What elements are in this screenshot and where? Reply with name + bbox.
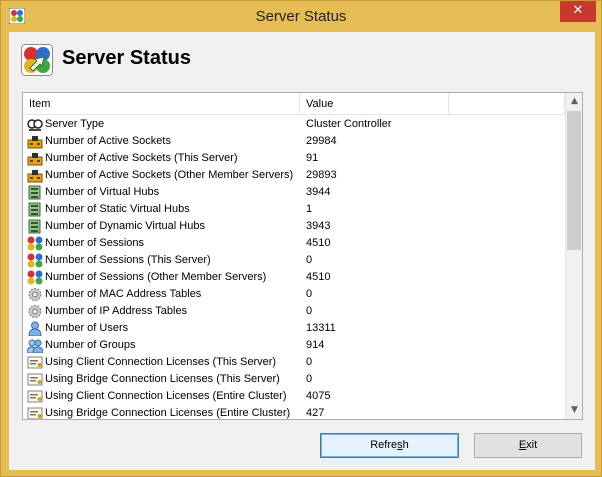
list-item-value: 4510 bbox=[306, 237, 331, 249]
list-item-label: Number of Dynamic Virtual Hubs bbox=[45, 220, 205, 232]
list-item-value: 1 bbox=[306, 203, 313, 215]
list-item[interactable]: Using Client Connection Licenses (This S… bbox=[23, 354, 565, 371]
list-item-label: Using Bridge Connection Licenses (This S… bbox=[45, 373, 280, 385]
license-icon bbox=[27, 372, 43, 387]
list-item[interactable]: Number of Sessions (Other Member Servers… bbox=[23, 269, 565, 286]
gear-icon bbox=[27, 304, 43, 319]
dialog-body: Server Status Item Value Server Type Clus… bbox=[9, 32, 595, 470]
list-item-value: 427 bbox=[306, 407, 325, 419]
vertical-scrollbar[interactable]: ▲ ▼ bbox=[565, 93, 582, 419]
list-item-value: 0 bbox=[306, 356, 313, 368]
virtual-hub-icon bbox=[27, 219, 43, 234]
group-icon bbox=[26, 338, 44, 354]
exit-button[interactable]: Exit bbox=[474, 433, 582, 458]
column-header-blank bbox=[449, 93, 565, 115]
user-icon bbox=[27, 321, 43, 337]
scroll-up-button[interactable]: ▲ bbox=[566, 93, 582, 110]
list-item[interactable]: Number of Dynamic Virtual Hubs 3943 bbox=[23, 218, 565, 235]
refresh-label-start: Refre bbox=[370, 439, 398, 451]
sessions-icon bbox=[27, 270, 43, 285]
list-item-label: Number of Active Sockets (Other Member S… bbox=[45, 169, 294, 181]
list-item-value: 4075 bbox=[306, 390, 331, 402]
list-item[interactable]: Number of Sessions 4510 bbox=[23, 235, 565, 252]
list-item-label: Using Bridge Connection Licenses (Entire… bbox=[45, 407, 291, 419]
list-item-value: 3943 bbox=[306, 220, 331, 232]
sessions-icon bbox=[27, 236, 43, 251]
list-item[interactable]: Number of Active Sockets (Other Member S… bbox=[23, 167, 565, 184]
virtual-hub-icon bbox=[27, 202, 43, 217]
list-item[interactable]: Using Bridge Connection Licenses (This S… bbox=[23, 371, 565, 388]
list-item-value: 13311 bbox=[306, 322, 336, 334]
list-item[interactable]: Using Client Connection Licenses (Entire… bbox=[23, 388, 565, 405]
list-rows: Server Type Cluster Controller Number of A… bbox=[23, 116, 565, 419]
list-item[interactable]: Number of Groups 914 bbox=[23, 337, 565, 354]
list-item-value: 4510 bbox=[306, 271, 331, 283]
license-icon bbox=[27, 406, 43, 419]
close-icon: ✕ bbox=[572, 3, 584, 18]
list-item[interactable]: Number of Sessions (This Server) 0 bbox=[23, 252, 565, 269]
server-status-icon bbox=[21, 44, 53, 76]
list-item[interactable]: Number of MAC Address Tables 0 bbox=[23, 286, 565, 303]
column-header-value[interactable]: Value bbox=[300, 93, 449, 115]
list-item[interactable]: Number of Active Sockets (This Server) 91 bbox=[23, 150, 565, 167]
list-item-value: 3944 bbox=[306, 186, 331, 198]
chevron-up-icon: ▲ bbox=[571, 96, 578, 106]
gear-icon bbox=[27, 287, 43, 302]
list-item-label: Number of Static Virtual Hubs bbox=[45, 203, 190, 215]
list-item[interactable]: Number of Active Sockets 29984 bbox=[23, 133, 565, 150]
list-item-value: 0 bbox=[306, 254, 313, 266]
column-header-item[interactable]: Item bbox=[23, 93, 300, 115]
list-item-label: Number of Sessions bbox=[45, 237, 145, 249]
list-item[interactable]: Server Type Cluster Controller bbox=[23, 116, 565, 133]
list-item[interactable]: Number of Virtual Hubs 3944 bbox=[23, 184, 565, 201]
refresh-button[interactable]: Refresh bbox=[320, 433, 459, 458]
window-title: Server Status bbox=[255, 8, 347, 25]
list-item[interactable]: Number of Static Virtual Hubs 1 bbox=[23, 201, 565, 218]
list-item-label: Number of MAC Address Tables bbox=[45, 288, 202, 300]
list-item-label: Number of IP Address Tables bbox=[45, 305, 188, 317]
list-item-value: 29893 bbox=[306, 169, 337, 181]
server-status-window: Server Status ✕ Server Status Item Value… bbox=[0, 0, 602, 477]
socket-icon bbox=[27, 151, 43, 166]
list-item-label: Number of Groups bbox=[45, 339, 136, 351]
server-type-icon bbox=[27, 117, 43, 132]
status-list[interactable]: Item Value Server Type Cluster Controller… bbox=[22, 92, 583, 420]
list-item-label: Number of Sessions (This Server) bbox=[45, 254, 211, 266]
list-item-value: 0 bbox=[306, 288, 313, 300]
list-item-label: Server Type bbox=[45, 118, 105, 130]
title-bar[interactable]: Server Status ✕ bbox=[1, 1, 601, 32]
list-header: Item Value bbox=[23, 93, 565, 115]
close-button[interactable]: ✕ bbox=[560, 1, 596, 22]
list-item-value: 914 bbox=[306, 339, 325, 351]
list-item-value: 29984 bbox=[306, 135, 337, 147]
license-icon bbox=[27, 389, 43, 404]
list-item[interactable]: Number of Users 13311 bbox=[23, 320, 565, 337]
scroll-down-button[interactable]: ▼ bbox=[566, 402, 582, 419]
list-item-value: 0 bbox=[306, 373, 313, 385]
list-item-label: Number of Users bbox=[45, 322, 129, 334]
list-item-label: Number of Active Sockets bbox=[45, 135, 171, 147]
list-item-label: Number of Active Sockets (This Server) bbox=[45, 152, 238, 164]
virtual-hub-icon bbox=[27, 185, 43, 200]
list-item[interactable]: Number of IP Address Tables 0 bbox=[23, 303, 565, 320]
list-item-label: Number of Sessions (Other Member Servers… bbox=[45, 271, 267, 283]
socket-icon bbox=[27, 134, 43, 149]
scroll-thumb[interactable] bbox=[567, 111, 581, 250]
chevron-down-icon: ▼ bbox=[571, 405, 578, 415]
page-title: Server Status bbox=[62, 47, 191, 69]
list-item-value: 0 bbox=[306, 305, 313, 317]
list-item-value: 91 bbox=[306, 152, 319, 164]
list-item[interactable]: Using Bridge Connection Licenses (Entire… bbox=[23, 405, 565, 419]
socket-icon bbox=[27, 168, 43, 183]
list-item-value: Cluster Controller bbox=[306, 118, 392, 130]
sessions-icon bbox=[27, 253, 43, 268]
license-icon bbox=[27, 355, 43, 370]
refresh-label-end: h bbox=[402, 439, 409, 451]
list-item-label: Number of Virtual Hubs bbox=[45, 186, 160, 198]
list-item-label: Using Client Connection Licenses (This S… bbox=[45, 356, 277, 368]
exit-label-end: xit bbox=[526, 439, 538, 451]
list-item-label: Using Client Connection Licenses (Entire… bbox=[45, 390, 287, 402]
